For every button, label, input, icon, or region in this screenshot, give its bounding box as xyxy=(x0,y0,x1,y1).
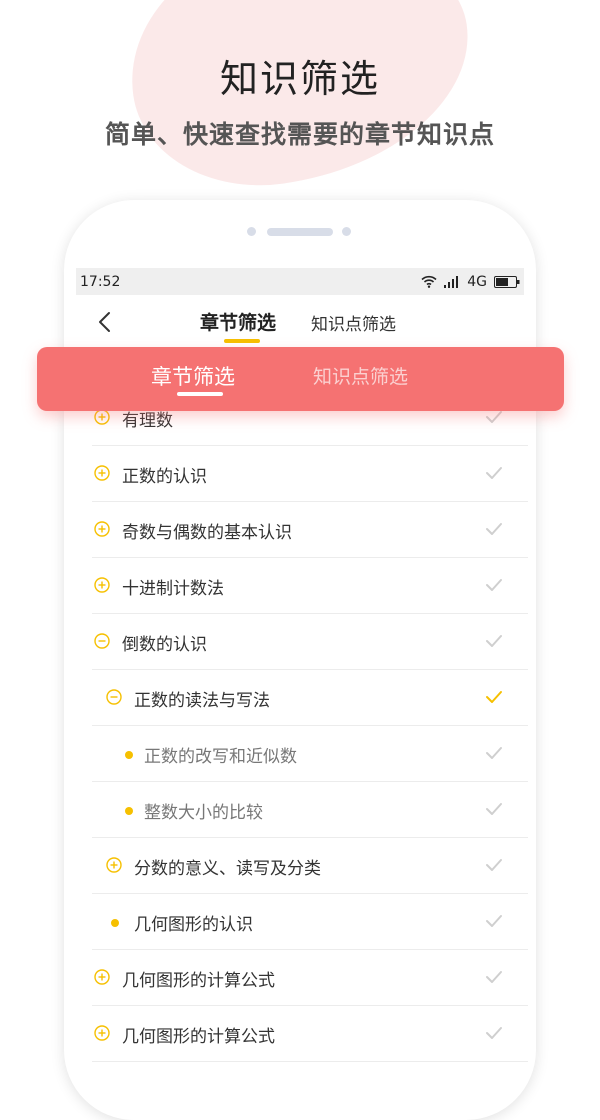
check-icon[interactable] xyxy=(484,409,504,425)
list-item[interactable]: 十进制计数法 xyxy=(92,558,528,614)
list-item[interactable]: 几何图形的计算公式 xyxy=(92,950,528,1006)
battery-icon xyxy=(494,275,520,288)
list-item-label: 正数的认识 xyxy=(122,467,207,487)
list-item-label: 十进制计数法 xyxy=(122,579,224,599)
check-icon[interactable] xyxy=(484,913,504,929)
tab-active-underline xyxy=(224,339,260,343)
plus-circle-icon[interactable] xyxy=(94,521,110,537)
list-item-label: 几何图形的计算公式 xyxy=(122,971,275,991)
hero-title: 知识筛选 xyxy=(219,57,380,101)
tab-knowledge-filter[interactable]: 知识点筛选 xyxy=(311,310,396,335)
minus-circle-icon[interactable] xyxy=(94,633,110,649)
back-arrow-icon[interactable] xyxy=(94,310,116,334)
plus-circle-icon[interactable] xyxy=(94,465,110,481)
check-icon[interactable] xyxy=(484,521,504,537)
list-item[interactable]: 几何图形的认识 xyxy=(92,894,528,950)
plus-circle-icon[interactable] xyxy=(94,1025,110,1041)
check-icon[interactable] xyxy=(484,633,504,649)
list-item-label: 几何图形的认识 xyxy=(134,915,253,935)
overlay-tab-underline xyxy=(177,392,223,396)
network-type: 4G xyxy=(467,273,487,290)
list-item-label: 正数的改写和近似数 xyxy=(144,747,297,767)
check-icon[interactable] xyxy=(484,465,504,481)
check-icon[interactable] xyxy=(484,969,504,985)
list-item-label: 几何图形的计算公式 xyxy=(122,1027,275,1047)
bullet-dot-icon xyxy=(111,919,119,927)
plus-circle-icon[interactable] xyxy=(94,409,110,425)
phone-camera-dot xyxy=(342,227,351,236)
list-item[interactable]: 倒数的认识 xyxy=(92,614,528,670)
plus-circle-icon[interactable] xyxy=(106,857,122,873)
list-item[interactable]: 奇数与偶数的基本认识 xyxy=(92,502,528,558)
list-item[interactable]: 正数的读法与写法 xyxy=(92,670,528,726)
minus-circle-icon[interactable] xyxy=(106,689,122,705)
check-icon[interactable] xyxy=(484,857,504,873)
list-item-label: 整数大小的比较 xyxy=(144,803,263,823)
status-bar: 17:52 4G xyxy=(76,268,524,295)
tab-overlay-banner: 章节筛选 知识点筛选 xyxy=(37,347,564,411)
list-item-label: 倒数的认识 xyxy=(122,635,207,655)
check-icon[interactable] xyxy=(484,801,504,817)
plus-circle-icon[interactable] xyxy=(94,577,110,593)
list-item[interactable]: 几何图形的计算公式 xyxy=(92,1006,528,1062)
list-item[interactable]: 分数的意义、读写及分类 xyxy=(92,838,528,894)
list-item[interactable]: 整数大小的比较 xyxy=(92,782,528,838)
overlay-tab-knowledge-filter[interactable]: 知识点筛选 xyxy=(313,362,408,389)
plus-circle-icon[interactable] xyxy=(94,969,110,985)
overlay-tab-chapter-filter[interactable]: 章节筛选 xyxy=(151,361,235,391)
list-item-label: 分数的意义、读写及分类 xyxy=(134,859,321,879)
phone-sensor-dot xyxy=(247,227,256,236)
list-item-label: 奇数与偶数的基本认识 xyxy=(122,523,292,543)
hero-subtitle: 简单、快速查找需要的章节知识点 xyxy=(104,120,495,149)
list-item[interactable]: 正数的改写和近似数 xyxy=(92,726,528,782)
bullet-dot-icon xyxy=(125,751,133,759)
status-icons: 4G xyxy=(421,274,520,290)
signal-icon xyxy=(444,275,459,288)
bullet-dot-icon xyxy=(125,807,133,815)
list-item-label: 正数的读法与写法 xyxy=(134,691,270,711)
tab-chapter-filter[interactable]: 章节筛选 xyxy=(200,308,276,335)
status-time: 17:52 xyxy=(80,273,121,290)
phone-speaker xyxy=(267,228,333,236)
check-icon[interactable] xyxy=(484,1025,504,1041)
check-icon[interactable] xyxy=(484,745,504,761)
chapter-list: 有理数 正数的认识 奇数与偶数的基本认识 十进制计数法 倒数的认识 正数的读法与写法 正数的… xyxy=(92,390,528,1062)
wifi-icon xyxy=(421,275,437,288)
check-icon[interactable] xyxy=(484,689,504,705)
list-item[interactable]: 正数的认识 xyxy=(92,446,528,502)
nav-bar: 章节筛选 知识点筛选 xyxy=(76,296,524,348)
check-icon[interactable] xyxy=(484,577,504,593)
